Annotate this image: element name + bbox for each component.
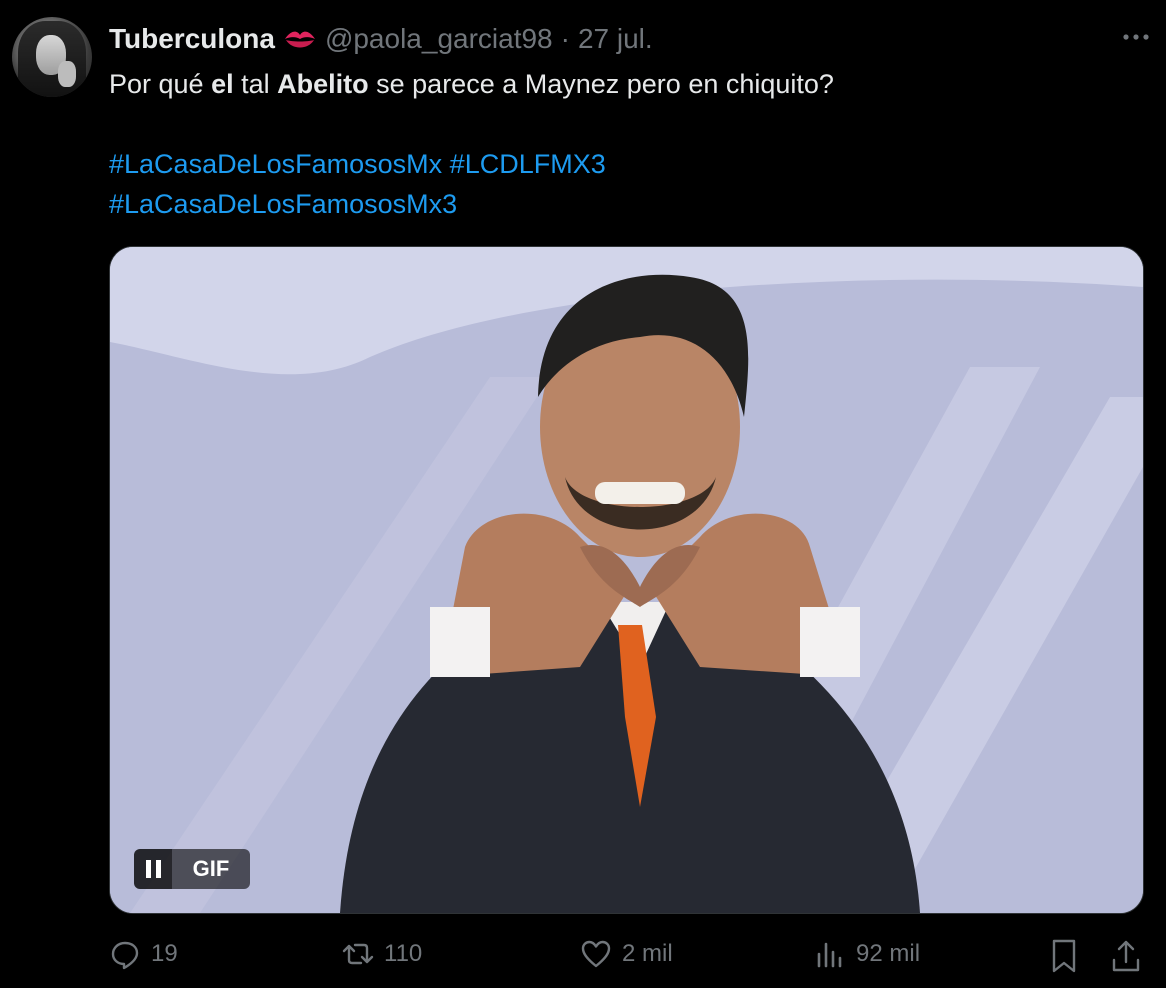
tweet-date[interactable]: 27 jul. [578,23,653,55]
reply-count: 19 [151,940,178,967]
tweet-text-line: Por qué el tal Abelito se parece a Mayne… [109,64,1129,104]
author-avatar[interactable] [12,17,92,97]
action-bar: 19 110 2 mil 92 mil [0,938,1166,982]
views-count: 92 mil [856,940,921,967]
hashtag-link[interactable]: #LaCasaDeLosFamososMx [109,149,442,179]
heart-icon [581,940,611,968]
kiss-mark-icon [284,31,315,48]
views-chart-icon [817,942,842,968]
tweet-text: Por qué el tal Abelito se parece a Mayne… [109,64,1129,224]
hashtag-link[interactable]: #LCDLFMX3 [450,149,606,179]
hashtag-link[interactable]: #LaCasaDeLosFamososMx3 [109,189,457,219]
author-handle[interactable]: @paola_garciat98 [325,23,553,55]
text-bold-segment: el [211,69,234,99]
gif-frame-image [110,247,1143,913]
repost-button[interactable]: 110 [342,938,422,970]
gif-badge[interactable]: GIF [134,849,250,889]
repost-count: 110 [384,940,423,967]
hashtag-line: #LaCasaDeLosFamososMx #LCDLFMX3 [109,144,1129,184]
like-button[interactable]: 2 mil [580,938,673,970]
author-name[interactable]: Tuberculona [109,23,275,55]
gif-label: GIF [172,849,250,889]
bookmark-icon[interactable] [1048,938,1080,974]
text-bold-segment: Abelito [277,69,369,99]
tweet-header: Tuberculona @paola_garciat98 · 27 jul. [109,22,653,56]
repost-icon [342,943,374,965]
text-segment: se parece a Maynez pero en chiquito? [368,69,834,99]
pause-icon[interactable] [134,849,172,889]
gif-media[interactable]: GIF [109,246,1144,914]
more-options-icon[interactable] [1120,26,1152,48]
separator-dot: · [560,23,570,54]
reply-icon [111,941,139,970]
avatar-hand [58,61,76,87]
like-count: 2 mil [622,940,673,967]
share-icon[interactable] [1110,938,1142,974]
reply-button[interactable]: 19 [109,938,178,970]
text-segment: Por qué [109,69,212,99]
views-button[interactable]: 92 mil [814,938,920,970]
text-segment: tal [233,69,278,99]
hashtag-line: #LaCasaDeLosFamososMx3 [109,184,1129,224]
